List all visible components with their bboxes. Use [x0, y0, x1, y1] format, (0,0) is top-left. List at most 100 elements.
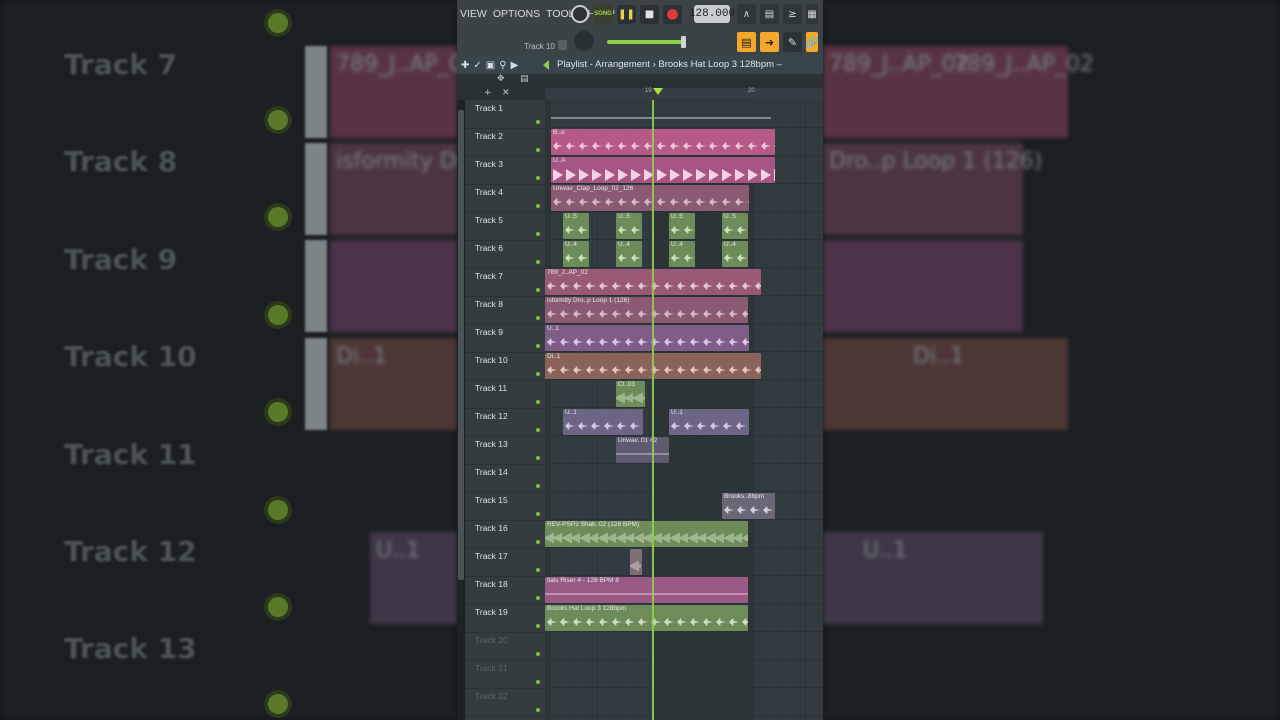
menu-options[interactable]: OPTIONS	[490, 8, 543, 20]
track-led-icon[interactable]	[536, 120, 540, 124]
pause-button[interactable]: ❚❚	[617, 4, 636, 24]
track-header[interactable]: Track 15	[465, 492, 545, 521]
track-led-icon[interactable]	[536, 260, 540, 264]
pattern-clip[interactable]: Cl..03	[616, 381, 645, 407]
dial-icon[interactable]	[571, 5, 589, 23]
track-led-icon[interactable]	[536, 456, 540, 460]
track-led-icon[interactable]	[536, 708, 540, 712]
track-header[interactable]: Track 3	[465, 156, 545, 185]
zoom-icon[interactable]: ⚲	[499, 60, 506, 71]
track-header[interactable]: Track 2	[465, 128, 545, 157]
pattern-clip[interactable]: U..5	[616, 213, 642, 239]
pattern-clip[interactable]: U..5	[669, 213, 695, 239]
track-header[interactable]: Track 14	[465, 464, 545, 493]
pattern-clip[interactable]: Brooks Hat Loop 3 128bpm	[545, 605, 748, 631]
track-led-icon[interactable]	[536, 624, 540, 628]
track-header[interactable]: Track 16	[465, 520, 545, 549]
track-led-icon[interactable]	[536, 372, 540, 376]
countdown-icon[interactable]: ≥	[783, 4, 802, 24]
grid-icon[interactable]: ▤	[520, 74, 529, 84]
pattern-clip[interactable]: isformity Dro..p Loop 1 (126)	[545, 297, 748, 323]
track-header[interactable]: Track 20	[465, 632, 545, 661]
track-led-icon[interactable]	[536, 316, 540, 320]
vertical-scrollbar[interactable]	[457, 100, 465, 720]
stop-button[interactable]: ■	[640, 4, 659, 24]
piano-icon[interactable]: ▦	[806, 4, 818, 24]
link-icon[interactable]: 🔗	[805, 32, 819, 52]
track-led-icon[interactable]	[536, 148, 540, 152]
track-header[interactable]: Track 12	[465, 408, 545, 437]
pattern-clip[interactable]: tials Riser 4 - 128 BPM 8	[545, 577, 748, 603]
track-header[interactable]: Track 5	[465, 212, 545, 241]
speaker-icon[interactable]: ▶	[511, 60, 519, 71]
playlist-grid[interactable]: B..e U..A Unwav_Clap_Loop_02_126 U..5 U..5 U.…	[545, 100, 823, 720]
pattern-clip[interactable]: REV-PSP2 Shak..02 (128 BPM)	[545, 521, 748, 547]
pattern-clip[interactable]: Unwav..01 #2	[616, 437, 669, 463]
pattern-clip[interactable]: B..e	[551, 129, 775, 155]
pattern-clip[interactable]: U..1	[669, 409, 749, 435]
track-header[interactable]: Track 1	[465, 100, 545, 129]
pattern-clip[interactable]: U..5	[563, 213, 589, 239]
track-led-icon[interactable]	[536, 540, 540, 544]
track-header[interactable]: Track 6	[465, 240, 545, 269]
playlist-icon[interactable]: ▤	[737, 32, 756, 52]
pattern-clip[interactable]: U..4	[722, 241, 748, 267]
knob-icon[interactable]	[574, 31, 594, 51]
arrow-icon[interactable]: ➜	[760, 32, 779, 52]
track-led-icon[interactable]	[536, 400, 540, 404]
track-led-icon[interactable]	[536, 680, 540, 684]
track-led-icon[interactable]	[536, 484, 540, 488]
pattern-clip[interactable]	[551, 101, 771, 127]
track-header[interactable]: Track 13	[465, 436, 545, 465]
track-led-icon[interactable]	[536, 428, 540, 432]
scrollbar-thumb[interactable]	[458, 110, 464, 580]
playhead-marker[interactable]	[653, 88, 663, 95]
track-led-icon[interactable]	[536, 344, 540, 348]
track-led-icon[interactable]	[536, 512, 540, 516]
metronome-icon[interactable]: ∧	[737, 4, 756, 24]
track-header[interactable]: Track 18	[465, 576, 545, 605]
track-led-icon[interactable]	[536, 288, 540, 292]
track-led-icon[interactable]	[536, 204, 540, 208]
record-button[interactable]: ●	[663, 4, 682, 24]
track-header[interactable]: Track 11	[465, 380, 545, 409]
track-led-icon[interactable]	[536, 568, 540, 572]
track-led-icon[interactable]	[536, 652, 540, 656]
track-header[interactable]: Track 8	[465, 296, 545, 325]
pattern-clip[interactable]: U..4	[669, 241, 695, 267]
pattern-clip[interactable]: U..4	[616, 241, 642, 267]
master-volume-slider[interactable]	[607, 36, 687, 48]
song-mode-button[interactable]: SONG	[593, 4, 613, 24]
track-header[interactable]: Track 22	[465, 688, 545, 717]
track-led-icon[interactable]	[536, 596, 540, 600]
move-icon[interactable]: ✚	[461, 60, 469, 71]
add-track-icon[interactable]: +	[484, 88, 492, 98]
master-volume-handle[interactable]	[681, 36, 686, 48]
track-led-icon[interactable]	[536, 176, 540, 180]
track-header[interactable]: Track 9	[465, 324, 545, 353]
snap-icon[interactable]: ✥	[497, 74, 505, 84]
track-led-icon[interactable]	[536, 232, 540, 236]
track-header[interactable]: Track 21	[465, 660, 545, 689]
timeline-ruler[interactable]: 19 20	[545, 88, 823, 100]
delete-icon[interactable]: ✕	[502, 88, 510, 98]
pattern-clip[interactable]: U..1	[563, 409, 643, 435]
track-header[interactable]: Track 17	[465, 548, 545, 577]
pattern-clip[interactable]: Brooks..8bpm	[722, 493, 775, 519]
pattern-clip[interactable]: U..4	[563, 241, 589, 267]
pattern-clip[interactable]: U..A	[551, 157, 775, 183]
pattern-clip[interactable]: U..1	[545, 325, 749, 351]
brush-icon[interactable]: ✎	[783, 32, 802, 52]
draw-icon[interactable]: ✓	[473, 60, 481, 71]
menu-view[interactable]: VIEW	[457, 8, 490, 20]
pattern-clip[interactable]	[630, 549, 642, 575]
tempo-display[interactable]: 128.000	[689, 5, 735, 23]
track-header[interactable]: Track 4	[465, 184, 545, 213]
track-header[interactable]: Track 19	[465, 604, 545, 633]
track-header[interactable]: Track 10	[465, 352, 545, 381]
pattern-clip[interactable]: U..5	[722, 213, 748, 239]
track-header[interactable]: Track 7	[465, 268, 545, 297]
wait-icon[interactable]: ▤	[760, 4, 779, 24]
select-icon[interactable]: ▣	[486, 60, 495, 71]
pattern-clip[interactable]: Unwav_Clap_Loop_02_126	[551, 185, 749, 211]
